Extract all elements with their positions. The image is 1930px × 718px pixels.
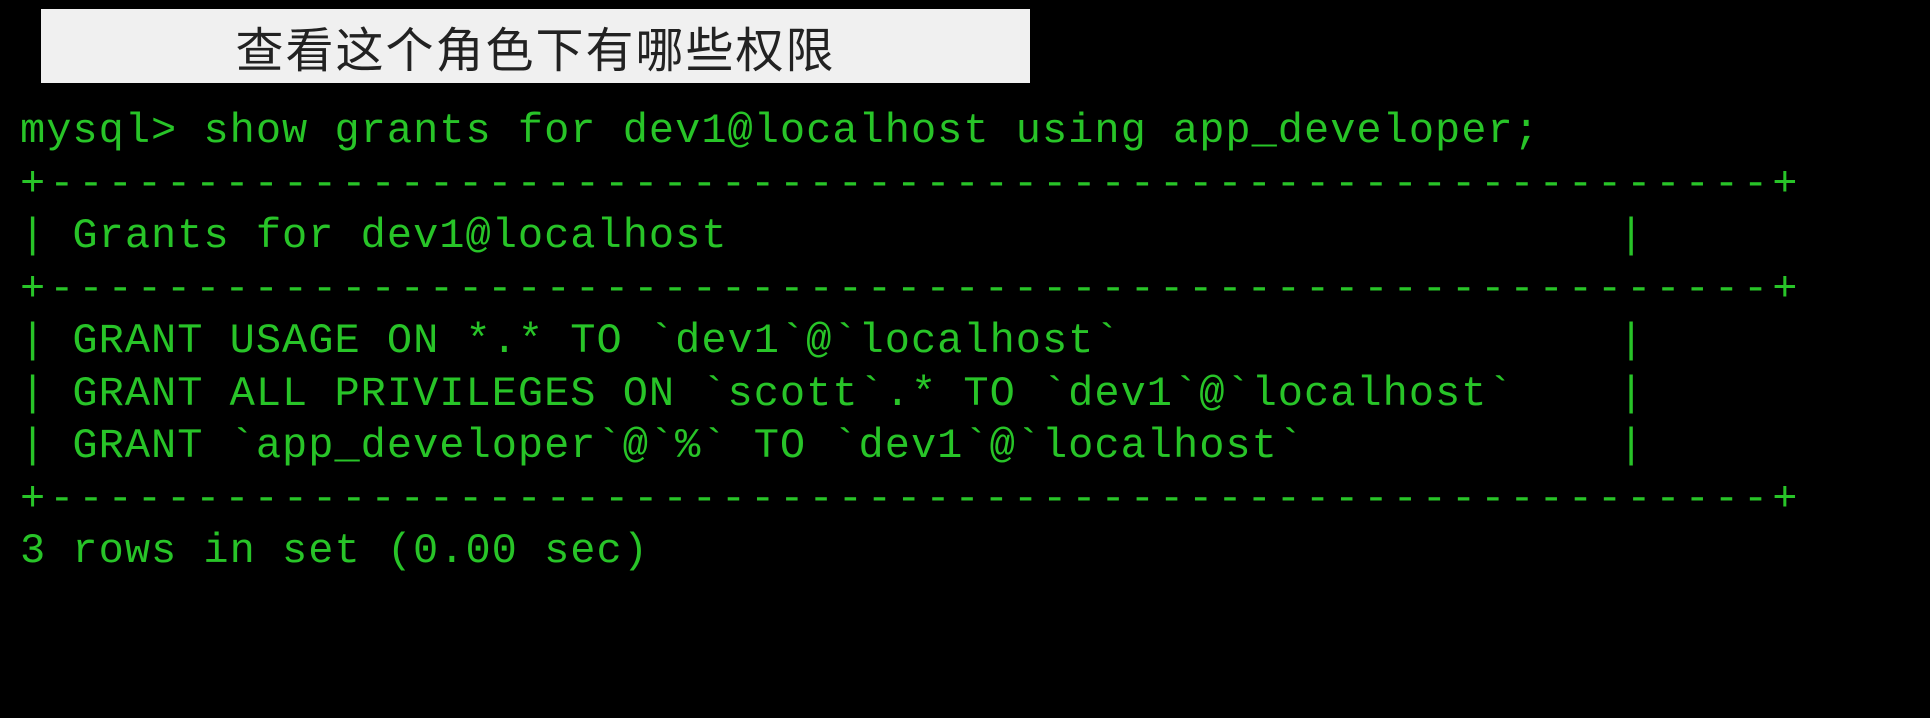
table-pipe: | (1121, 317, 1645, 365)
table-header-text: Grants for dev1@localhost (72, 212, 727, 260)
table-pipe: | (20, 317, 72, 365)
mysql-prompt: mysql> (20, 107, 203, 155)
command-line: mysql> show grants for dev1@localhost us… (20, 105, 1910, 158)
table-border-mid: +---------------------------------------… (20, 263, 1910, 316)
table-pipe: | (1514, 370, 1645, 418)
sql-command[interactable]: show grants for dev1@localhost using app… (203, 107, 1539, 155)
caption-box: 查看这个角色下有哪些权限 (38, 6, 1033, 86)
table-row: | GRANT `app_developer`@`%` TO `dev1`@`l… (20, 420, 1910, 473)
table-pipe: | (20, 370, 72, 418)
grant-statement: GRANT `app_developer`@`%` TO `dev1`@`loc… (72, 422, 1304, 470)
grant-statement: GRANT ALL PRIVILEGES ON `scott`.* TO `de… (72, 370, 1513, 418)
table-pipe: | (20, 212, 72, 260)
table-pipe: | (728, 212, 1645, 260)
table-pipe: | (20, 422, 72, 470)
caption-text: 查看这个角色下有哪些权限 (235, 11, 835, 81)
table-border-bottom: +---------------------------------------… (20, 473, 1910, 526)
grant-statement: GRANT USAGE ON *.* TO `dev1`@`localhost` (72, 317, 1120, 365)
table-row: | GRANT USAGE ON *.* TO `dev1`@`localhos… (20, 315, 1910, 368)
table-header-row: | Grants for dev1@localhost | (20, 210, 1910, 263)
result-summary: 3 rows in set (0.00 sec) (20, 525, 1910, 578)
table-row: | GRANT ALL PRIVILEGES ON `scott`.* TO `… (20, 368, 1910, 421)
table-pipe: | (1304, 422, 1645, 470)
terminal-output: mysql> show grants for dev1@localhost us… (0, 95, 1930, 578)
table-border-top: +---------------------------------------… (20, 158, 1910, 211)
